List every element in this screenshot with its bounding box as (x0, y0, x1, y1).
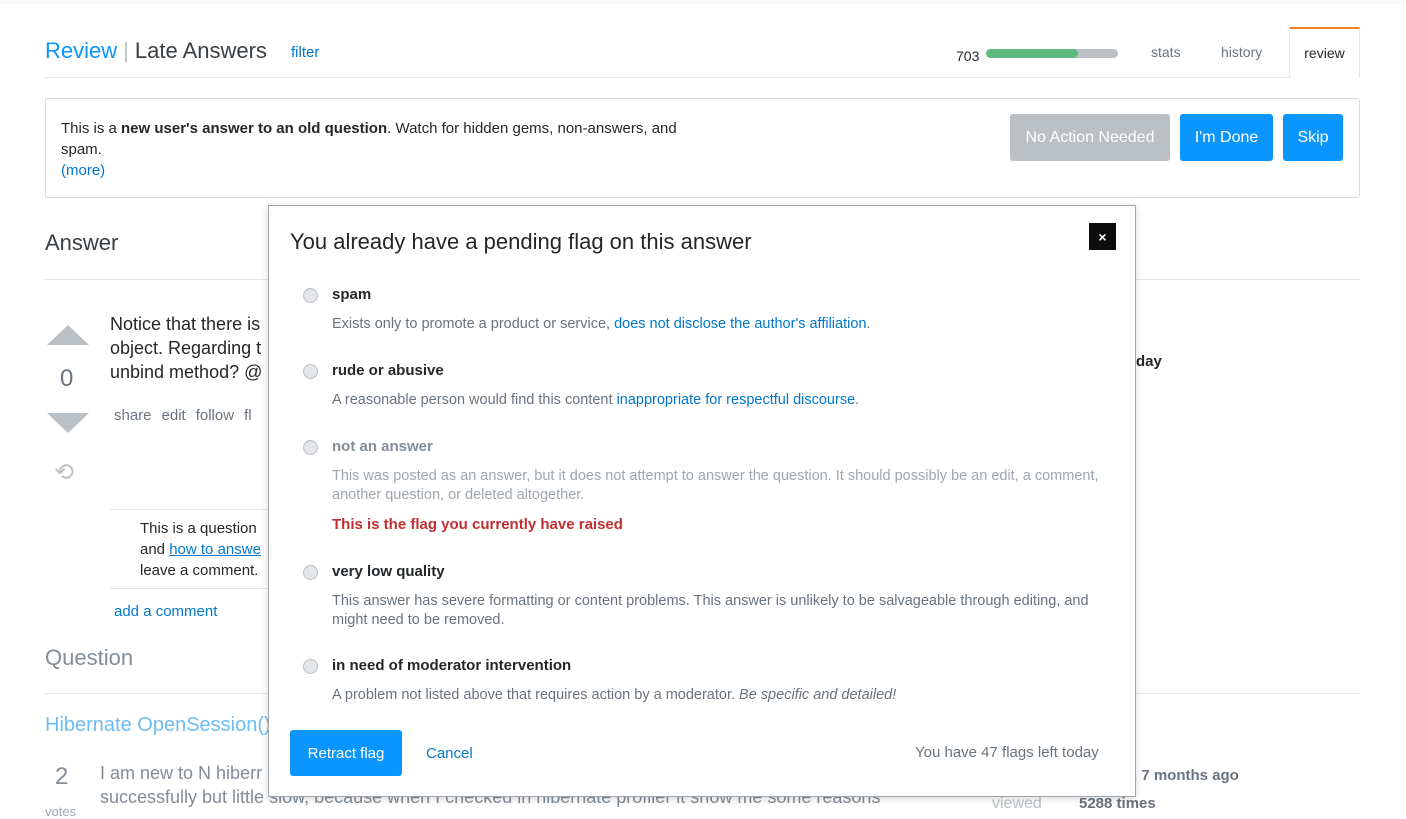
viewed-label: viewed (992, 795, 1042, 812)
divider (110, 509, 270, 510)
no-action-needed-button[interactable]: No Action Needed (1010, 114, 1170, 161)
comment-line: and (140, 541, 170, 558)
radio-button (303, 440, 318, 455)
separator: | (123, 38, 129, 63)
desc-emphasis: Be specific and detailed! (739, 687, 897, 703)
cancel-link[interactable]: Cancel (426, 745, 473, 762)
filter-link[interactable]: filter (291, 44, 319, 61)
retract-flag-button[interactable]: Retract flag (290, 730, 402, 776)
skip-button[interactable]: Skip (1283, 114, 1343, 161)
answer-line: object. Regarding t (110, 338, 262, 358)
comment-line: leave a comment. (140, 562, 259, 579)
divider (45, 77, 1360, 78)
question-title-link[interactable]: Hibernate OpenSession() (45, 714, 271, 737)
question-heading: Question (45, 645, 134, 670)
queue-name: Late Answers (134, 38, 267, 63)
answer-heading: Answer (45, 230, 119, 255)
post-menu: share edit follow fl (114, 407, 270, 425)
top-bar (0, 0, 1406, 4)
flag-link[interactable]: fl (244, 407, 252, 424)
review-progress-bar (986, 49, 1118, 58)
im-done-button[interactable]: I'm Done (1180, 114, 1273, 161)
option-description: A problem not listed above that requires… (332, 686, 1102, 705)
option-description: A reasonable person would find this cont… (332, 391, 1102, 410)
desc-text: A problem not listed above that requires… (332, 687, 740, 703)
option-description: This was posted as an answer, but it doe… (332, 468, 1099, 503)
comment-line: This is a question (140, 520, 257, 537)
option-label: not an answer (332, 438, 433, 455)
desc-end: . (866, 316, 871, 332)
option-label: very low quality (332, 563, 445, 580)
option-label: in need of moderator intervention (332, 657, 572, 674)
how-to-answer-link[interactable]: how to answe (169, 541, 261, 558)
upvote-icon[interactable] (47, 325, 89, 345)
comment: This is a question and how to answe leav… (140, 518, 270, 581)
close-button[interactable]: × (1089, 223, 1116, 250)
add-comment-link[interactable]: add a comment (114, 603, 217, 620)
affiliation-link[interactable]: does not disclose the author's affiliati… (614, 316, 866, 332)
radio-button[interactable] (303, 288, 318, 303)
desc-text: Exists only to promote a product or serv… (332, 316, 615, 332)
asked-time: , 7 months ago (1133, 767, 1239, 784)
radio-button[interactable] (303, 364, 318, 379)
dialog-title: You already have a pending flag on this … (290, 229, 752, 254)
flags-left: You have 47 flags left today (915, 744, 1099, 761)
discourse-link[interactable]: inappropriate for respectful discourse (617, 392, 856, 408)
current-flag-notice: This is the flag you currently have rais… (332, 516, 623, 533)
follow-link[interactable]: follow (196, 407, 234, 424)
tab-review[interactable]: review (1289, 27, 1360, 78)
tab-history[interactable]: history (1221, 44, 1262, 60)
history-icon[interactable]: ⟲ (54, 458, 74, 487)
review-link[interactable]: Review (45, 38, 117, 63)
option-label: spam (332, 286, 372, 303)
downvote-icon[interactable] (47, 413, 89, 433)
progress-fill (986, 49, 1079, 58)
viewed-count: 5288 times (1079, 795, 1156, 812)
flag-dialog: You already have a pending flag on this … (268, 205, 1136, 797)
option-description: Exists only to promote a product or serv… (332, 315, 1102, 334)
review-count: 703 (956, 48, 980, 64)
question-votes: 2 (55, 763, 69, 790)
share-link[interactable]: share (114, 407, 152, 424)
info-bold: new user's answer to an old question (121, 120, 388, 137)
vote-count: 0 (60, 365, 74, 392)
edit-link[interactable]: edit (162, 407, 186, 424)
user-card-fragment: day (1136, 353, 1162, 370)
answer-body: Notice that there is object. Regarding t… (110, 312, 270, 384)
option-label: rude or abusive (332, 362, 444, 379)
radio-button[interactable] (303, 565, 318, 580)
info-text: This is a new user's answer to an old qu… (61, 118, 711, 181)
tab-stats[interactable]: stats (1151, 44, 1181, 60)
divider (110, 588, 270, 589)
option-description: This answer has severe formatting or con… (332, 593, 1089, 628)
answer-line: unbind method? @ (110, 362, 263, 382)
radio-button[interactable] (303, 659, 318, 674)
more-link[interactable]: (more) (61, 162, 105, 179)
votes-label: votes (45, 804, 77, 819)
desc-text: A reasonable person would find this cont… (332, 392, 617, 408)
page-title: Review | Late Answers (45, 38, 267, 64)
info-prefix: This is a (61, 120, 122, 137)
answer-line: Notice that there is (110, 314, 261, 334)
desc-end: . (855, 392, 860, 408)
